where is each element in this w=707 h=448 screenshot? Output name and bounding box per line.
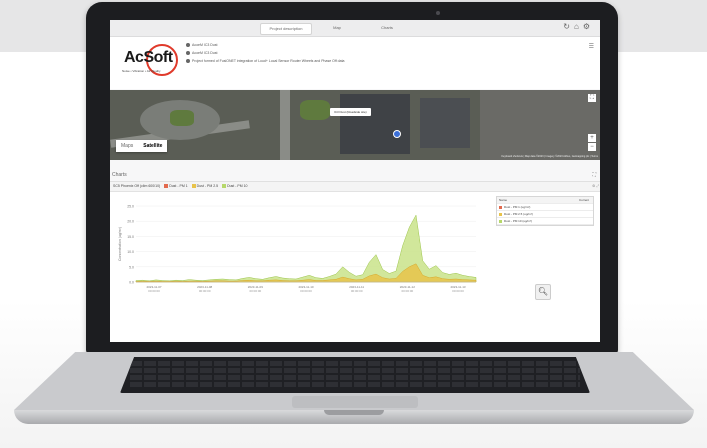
menu-icon[interactable]: ☰: [589, 43, 594, 50]
map-attribution: Keyboard shortcuts | Map data ©2023 | Im…: [501, 155, 598, 158]
map-type-maps[interactable]: Maps: [116, 140, 138, 152]
series-swatch: [164, 184, 169, 189]
y-axis-label: Concentration (ug/m³): [118, 227, 122, 261]
key-row: [130, 368, 580, 373]
trackpad: [292, 396, 418, 408]
map-building: [340, 94, 410, 154]
legend-swatch: [499, 205, 502, 209]
app-topbar: Project description Map Charts ↻⌂⚙: [110, 20, 600, 37]
legend-swatch: [499, 219, 502, 223]
tab-project-description[interactable]: Project description: [260, 23, 312, 35]
settings-icon[interactable]: ⚙: [583, 22, 594, 31]
x-tick-sublabel: 00:00:00: [249, 289, 261, 293]
info-line-3: Project formed of FusiONET integration o…: [186, 59, 345, 64]
legend-row: Dust - PM 10 (ug/m³): [497, 218, 593, 225]
x-tick-sublabel: 00:00:00: [148, 289, 160, 293]
plot-layer: 25.0 20.0 15.0 10.0 5.0 0.0 Concentration (ug/…: [118, 205, 477, 293]
x-tick-sublabel: 00:00:00: [452, 289, 464, 293]
tab-map[interactable]: Map: [322, 23, 352, 33]
home-icon[interactable]: ⌂: [574, 22, 583, 31]
info-line-1: AcoeM IC3 Dust: [186, 43, 217, 48]
key-row: [130, 361, 580, 366]
chart-panel: SC5 Phoenix Off (clim 600/10) Dust - PM …: [110, 181, 600, 342]
legend-swatch: [499, 212, 502, 216]
legend-row: Dust - PM 2.5 (ug/m³): [497, 211, 593, 218]
x-tick-sublabel: 00:00:00: [401, 289, 413, 293]
legend-row: Dust - PM 1 (ug/m³): [497, 204, 593, 211]
map-popup: IC3 Dust (Roadside site): [330, 108, 371, 116]
zoom-search-icon[interactable]: 🔍︎: [535, 284, 551, 300]
series-label[interactable]: Dust - PM 10: [227, 184, 247, 188]
map-building: [420, 98, 470, 148]
series-label[interactable]: Dust - PM 1: [169, 184, 187, 188]
webcam: [436, 11, 440, 15]
refresh-icon[interactable]: ↻: [563, 22, 574, 31]
device-icon: [186, 43, 190, 48]
zoom-in-icon[interactable]: +: [588, 134, 596, 142]
sensor-marker-icon[interactable]: [393, 130, 401, 138]
laptop-screen: Project description Map Charts ↻⌂⚙ AcSof…: [110, 20, 600, 342]
info-icon: [186, 59, 190, 64]
legend-table: Name Current Dust - PM 1 (ug/m³) Dust - P…: [496, 196, 594, 226]
x-tick-sublabel: 00:00:00: [351, 289, 363, 293]
tab-charts[interactable]: Charts: [370, 23, 404, 33]
y-tick-label: 15.0: [127, 235, 134, 239]
x-tick-sublabel: 00:00:00: [199, 289, 211, 293]
topbar-icons: ↻⌂⚙: [563, 22, 594, 31]
series-swatch: [222, 184, 227, 189]
project-header: AcSoft Noise • Vibration • Air Quality A…: [110, 37, 600, 89]
map-road: [280, 90, 290, 160]
series-label[interactable]: Dust - PM 2.5: [197, 184, 218, 188]
series-area-dust-pm-10: [135, 214, 477, 283]
map-type-toggle: Maps Satellite: [116, 140, 168, 152]
satellite-map[interactable]: IC3 Dust (Roadside site) Maps Satellite ⛶…: [110, 90, 600, 160]
zoom-out-icon[interactable]: −: [588, 143, 596, 151]
map-type-satellite[interactable]: Satellite: [138, 140, 167, 152]
logo-tagline: Noise • Vibration • Air Quality: [122, 69, 161, 73]
map-carpark: [480, 90, 600, 160]
key-row: [130, 375, 580, 380]
y-tick-label: 25.0: [127, 205, 134, 209]
lid-notch: [324, 410, 384, 415]
device-icon: [186, 51, 190, 56]
expand-icon[interactable]: ⛶: [592, 172, 596, 178]
chart-header: SC5 Phoenix Off (clim 600/10) Dust - PM …: [110, 182, 600, 192]
series-swatch: [191, 184, 196, 189]
charts-section-label: Charts: [112, 172, 127, 178]
info-line-2: AcoeM IC3 Dust: [186, 51, 217, 56]
keyboard: [120, 357, 590, 393]
logo-brand: AcSoft: [124, 49, 173, 66]
key-row: [130, 382, 580, 387]
chart-panel-title: SC5 Phoenix Off (clim 600/10): [113, 184, 161, 188]
y-tick-label: 10.0: [127, 250, 134, 254]
time-series-chart: 25.0 20.0 15.0 10.0 5.0 0.0 Concentration (ug/…: [118, 205, 477, 293]
map-trees: [300, 100, 330, 120]
map-trees: [170, 110, 194, 126]
x-tick-sublabel: 00:00:00: [300, 289, 312, 293]
y-tick-label: 5.0: [129, 265, 134, 269]
legend-table-header: Name Current: [497, 197, 593, 204]
chart-options-icon[interactable]: ⚙ ⤢: [592, 182, 599, 191]
acsoft-logo: AcSoft Noise • Vibration • Air Quality: [118, 41, 178, 77]
y-tick-label: 0.0: [129, 281, 134, 285]
y-tick-label: 20.0: [127, 220, 134, 224]
charts-section-bar: Charts ⛶: [110, 172, 600, 180]
fullscreen-icon[interactable]: ⛶: [588, 94, 596, 102]
